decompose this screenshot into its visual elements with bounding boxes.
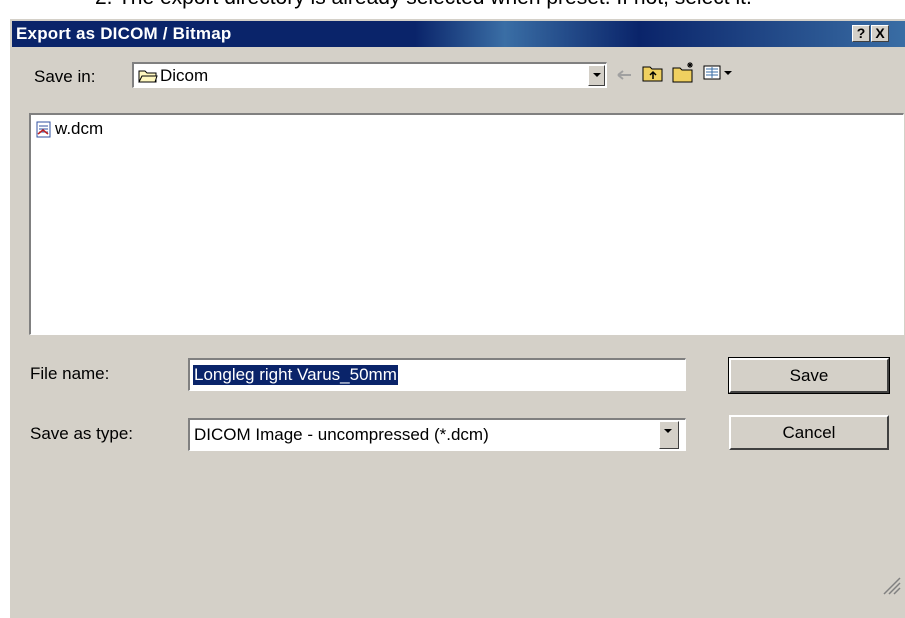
title-bar[interactable]: Export as DICOM / Bitmap ? X: [12, 21, 905, 47]
help-button[interactable]: ?: [852, 25, 870, 42]
save-as-type-label: Save as type:: [30, 424, 134, 443]
document-instruction-text: 2. The export directory is already selec…: [95, 0, 752, 10]
save-button[interactable]: Save: [728, 357, 890, 394]
back-arrow-icon[interactable]: [615, 67, 635, 83]
save-as-type-select[interactable]: DICOM Image - uncompressed (*.dcm): [188, 418, 686, 451]
save-as-type-value: DICOM Image - uncompressed (*.dcm): [194, 425, 489, 444]
cancel-button[interactable]: Cancel: [729, 415, 889, 450]
file-name-value: Longleg right Varus_50mm: [193, 365, 398, 385]
window-title: Export as DICOM / Bitmap: [16, 24, 232, 43]
folder-icon: [138, 70, 158, 83]
file-list[interactable]: w.dcm: [29, 113, 904, 335]
file-name-input[interactable]: Longleg right Varus_50mm: [188, 358, 686, 391]
save-in-label: Save in:: [34, 67, 96, 86]
save-in-dropdown-arrow[interactable]: [588, 65, 605, 86]
export-dialog: Export as DICOM / Bitmap ? X Save in: Di…: [8, 18, 905, 618]
resize-grip-icon[interactable]: [880, 574, 902, 596]
save-as-type-dropdown-arrow[interactable]: [659, 421, 679, 449]
file-name-label: File name:: [30, 364, 110, 383]
save-in-combobox[interactable]: Dicom: [132, 62, 607, 88]
dicom-file-icon: [36, 121, 51, 138]
save-in-value: Dicom: [160, 66, 209, 85]
up-folder-icon[interactable]: [642, 63, 664, 83]
file-name-label: w.dcm: [55, 119, 104, 138]
close-button[interactable]: X: [871, 25, 889, 42]
view-menu-icon[interactable]: [703, 64, 737, 82]
new-folder-icon[interactable]: [672, 61, 696, 83]
